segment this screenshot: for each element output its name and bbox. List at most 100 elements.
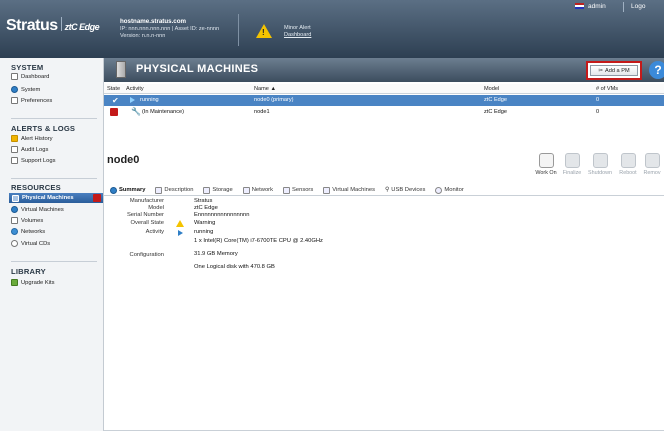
running-icon <box>178 230 183 236</box>
row-vms: 0 <box>596 109 600 115</box>
monitor-icon <box>435 186 443 194</box>
add-pm-button[interactable]: ✂ Add a PM <box>590 65 638 76</box>
physical-machines-icon <box>12 194 19 202</box>
tab-sensors[interactable]: Sensors <box>283 186 313 194</box>
tab-summary[interactable]: Summary <box>110 186 145 194</box>
sidebar-item-virtual-machines[interactable]: Virtual Machines <box>11 205 64 214</box>
finalize-icon <box>564 153 580 168</box>
overall-state-value: Warning <box>194 220 216 226</box>
alert-status: Minor Alert Dashboard <box>284 25 311 39</box>
divider <box>11 118 97 119</box>
user-menu[interactable]: admin <box>575 3 606 10</box>
tab-network[interactable]: Network <box>242 186 273 194</box>
col-activity[interactable]: Activity <box>126 86 144 92</box>
col-vms[interactable]: # of VMs <box>596 86 618 92</box>
shutdown-icon <box>592 153 608 168</box>
help-icon[interactable]: ? <box>649 61 664 79</box>
model-value: ztC Edge <box>194 205 218 211</box>
sidebar-item-physical-machines[interactable]: Physical Machines <box>9 193 103 203</box>
table-row[interactable]: 🔧 (In Maintenance) node1 ztC Edge 0 <box>104 107 664 118</box>
dashboard-icon <box>11 73 18 80</box>
main-panel: PHYSICAL MACHINES ✂ Add a PM ? State Acti… <box>104 58 664 431</box>
row-activity: (In Maintenance) <box>142 109 184 115</box>
stratus-logo[interactable]: Stratus ztC Edge <box>6 17 100 35</box>
col-state[interactable]: State <box>107 86 120 92</box>
tab-usb-devices[interactable]: ⚲ USB Devices <box>385 187 425 193</box>
system-icon <box>11 86 18 93</box>
warning-icon: ! <box>256 24 272 38</box>
reboot-icon <box>620 153 636 168</box>
serial-value: Ennnnnnnnnnnnnnnn <box>194 212 250 218</box>
row-name: node1 <box>254 109 270 115</box>
remove-button[interactable]: Remov <box>640 153 664 176</box>
network-icon <box>242 186 250 194</box>
logout-link[interactable]: Logo <box>631 3 645 10</box>
sidebar-item-audit-logs[interactable]: Audit Logs <box>11 145 48 154</box>
manufacturer-label: Manufacturer <box>129 198 164 204</box>
detail-tabs: Summary Description Storage Network Sens… <box>110 185 664 195</box>
sidebar-item-support-logs[interactable]: Support Logs <box>11 156 55 165</box>
activity-label: Activity <box>145 229 164 235</box>
memory-value: 31.9 GB Memory <box>194 251 238 257</box>
serial-label: Serial Number <box>126 212 164 218</box>
overall-state-label: Overall State <box>130 220 164 226</box>
row-vms: 0 <box>596 97 600 103</box>
row-model: ztC Edge <box>484 97 508 103</box>
hostname: hostname.stratus.com <box>120 18 187 25</box>
preferences-icon <box>11 97 18 104</box>
header-divider <box>238 14 239 46</box>
tab-virtual-machines[interactable]: Virtual Machines <box>323 186 375 194</box>
disk-value: One Logical disk with 470.8 GB <box>194 264 275 270</box>
sidebar-item-preferences[interactable]: Preferences <box>11 96 52 105</box>
col-name[interactable]: Name ▲ <box>254 86 276 92</box>
section-library: LIBRARY <box>11 267 46 276</box>
tab-storage[interactable]: Storage <box>203 186 233 194</box>
sidebar-item-dashboard[interactable]: Dashboard <box>11 72 49 81</box>
sidebar-item-networks[interactable]: Networks <box>11 227 45 236</box>
logo-text: Stratus <box>6 17 58 34</box>
audit-logs-icon <box>11 146 18 153</box>
tab-divider <box>104 195 664 196</box>
virtual-machines-icon <box>11 206 18 213</box>
sidebar-item-volumes[interactable]: Volumes <box>11 216 43 225</box>
manufacturer-value: Stratus <box>194 198 213 204</box>
row-name: node0 (primary) <box>254 97 294 103</box>
add-pm-highlight: ✂ Add a PM <box>586 61 642 80</box>
alert-history-icon <box>11 135 18 142</box>
networks-icon <box>11 228 18 235</box>
virtual-cds-icon <box>11 240 18 247</box>
shutdown-button[interactable]: Shutdown <box>588 153 612 176</box>
divider <box>11 178 97 179</box>
user-divider <box>623 2 624 12</box>
sidebar: SYSTEM Dashboard System Preferences ALER… <box>0 58 104 431</box>
table-row[interactable]: ✔ running node0 (primary) ztC Edge 0 <box>104 95 664 106</box>
remove-icon <box>644 153 660 168</box>
version-line: Version: n.n.n-nnn <box>120 33 166 39</box>
sidebar-item-upgrade-kits[interactable]: Upgrade Kits <box>11 278 55 287</box>
finalize-button[interactable]: Finalize <box>560 153 584 176</box>
sidebar-item-virtual-cds[interactable]: Virtual CDs <box>11 239 50 248</box>
logo-divider <box>60 17 62 31</box>
sensors-icon <box>283 186 290 194</box>
tab-description[interactable]: Description <box>155 186 193 194</box>
sidebar-item-system[interactable]: System <box>11 85 40 94</box>
server-icon <box>116 61 126 78</box>
node-title: node0 <box>107 154 140 166</box>
ip-asset-line: IP: nnn.nnn.nnn.nnn | Asset ID: ze-nnnn <box>120 25 220 32</box>
wrench-icon: 🔧 <box>131 107 141 116</box>
alert-badge-icon <box>93 194 101 202</box>
volumes-icon <box>11 217 18 224</box>
reboot-button[interactable]: Reboot <box>616 153 640 176</box>
section-resources: RESOURCES <box>11 183 61 192</box>
dashboard-link[interactable]: Dashboard <box>284 32 311 39</box>
page-title: PHYSICAL MACHINES <box>136 63 259 75</box>
alert-title: Minor Alert <box>284 25 311 31</box>
pm-header: PHYSICAL MACHINES ✂ Add a PM ? <box>104 58 664 82</box>
work-on-button[interactable]: Work On <box>534 153 558 176</box>
tab-monitor[interactable]: Monitor <box>435 186 464 194</box>
sidebar-item-alert-history[interactable]: Alert History <box>11 134 53 143</box>
top-bar: Stratus ztC Edge hostname.stratus.com IP:… <box>0 0 664 58</box>
work-on-icon <box>538 153 554 168</box>
col-model[interactable]: Model <box>484 86 499 92</box>
section-alerts: ALERTS & LOGS <box>11 124 76 133</box>
